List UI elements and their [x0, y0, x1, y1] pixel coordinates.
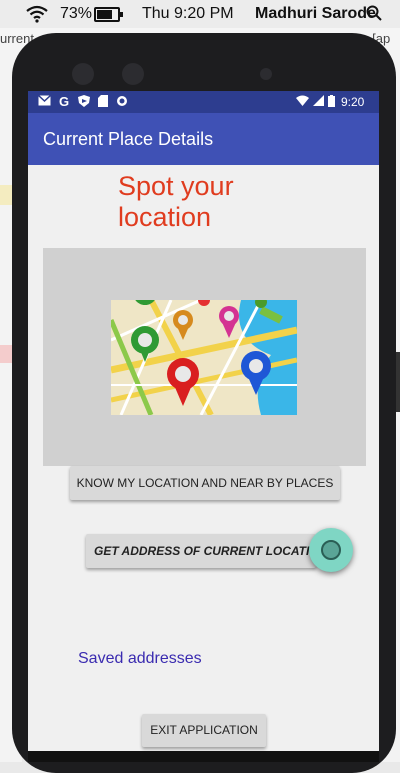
- shield-icon: [78, 95, 90, 107]
- app-title: Current Place Details: [43, 129, 214, 149]
- sdcard-icon: [98, 95, 110, 107]
- device-screen: G 9:20 Current Place Details Spot your l…: [28, 91, 379, 762]
- device-clock: 9:20: [341, 95, 365, 109]
- device-status-bar: G 9:20: [28, 91, 379, 113]
- know-location-button[interactable]: KNOW MY LOCATION AND NEAR BY PLACES: [70, 466, 340, 500]
- map-image-panel: [43, 248, 366, 466]
- device-navigation-bar: [28, 751, 379, 762]
- battery-icon[interactable]: [94, 7, 123, 22]
- exit-application-button[interactable]: EXIT APPLICATION: [142, 714, 266, 747]
- google-icon: G: [59, 94, 70, 109]
- fab-circle-icon: [321, 540, 341, 560]
- signal-icon: [313, 95, 325, 107]
- mac-menu-bar: 73% Thu 9:20 PM Madhuri Sarode: [0, 0, 400, 28]
- page-heading: Spot your location: [118, 171, 234, 232]
- sensor-icon: [122, 63, 144, 85]
- floating-action-button[interactable]: [309, 528, 353, 572]
- battery-percent: 73%: [60, 5, 93, 22]
- search-icon[interactable]: [366, 5, 382, 26]
- get-address-button[interactable]: GET ADDRESS OF CURRENT LOCATION: [86, 534, 316, 568]
- menu-clock[interactable]: Thu 9:20 PM: [142, 5, 234, 23]
- saved-addresses-link[interactable]: Saved addresses: [78, 650, 202, 668]
- user-name[interactable]: Madhuri Sarode: [255, 5, 376, 23]
- map-pins-image: [111, 300, 297, 415]
- gmail-icon: [37, 94, 52, 107]
- front-camera-icon: [260, 68, 272, 80]
- camera-icon: [72, 63, 94, 85]
- sync-icon: [116, 95, 128, 107]
- battery-icon: [328, 95, 340, 107]
- wifi-icon[interactable]: [26, 5, 48, 28]
- wifi-icon: [296, 95, 309, 107]
- app-bar: Current Place Details: [28, 113, 379, 165]
